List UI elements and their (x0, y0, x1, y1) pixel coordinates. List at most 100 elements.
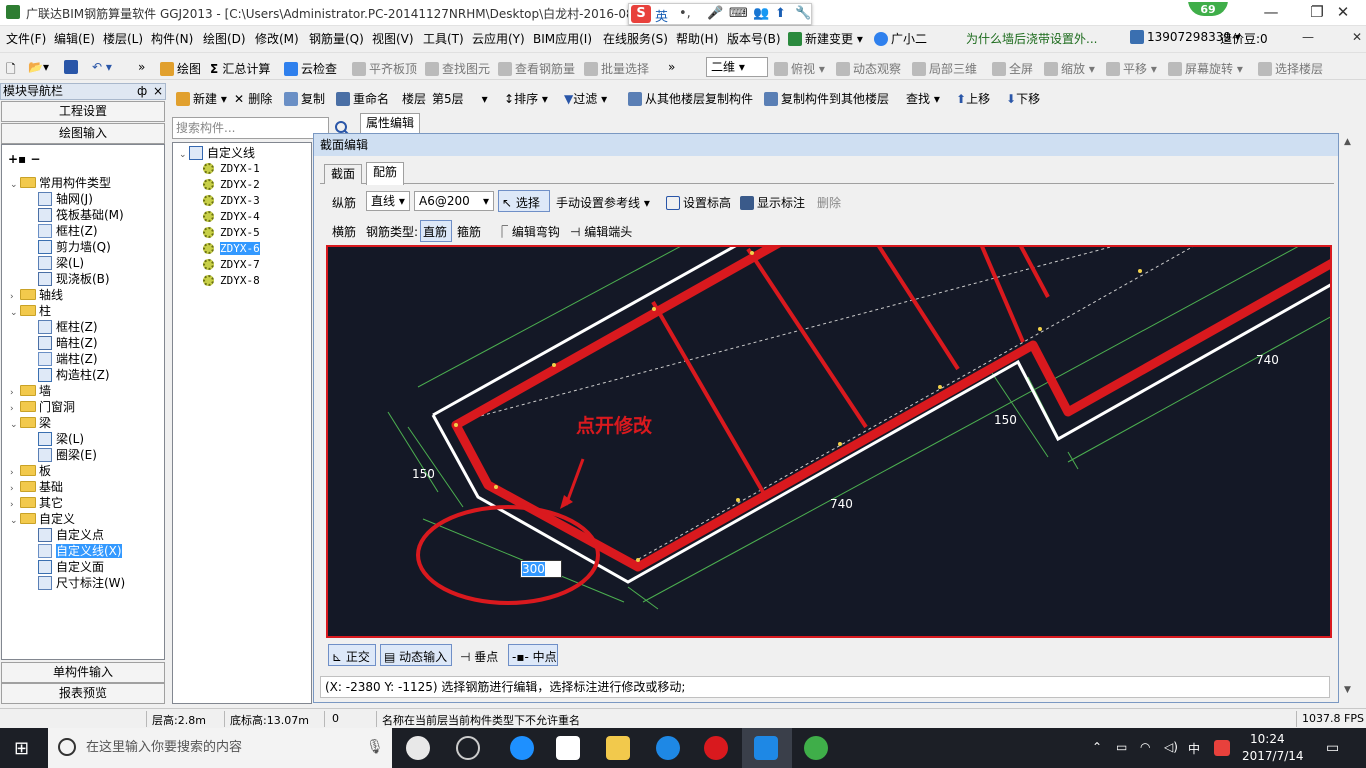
tab-section[interactable]: 截面 (324, 164, 363, 184)
view-mode-select[interactable]: 二维 ▾ (706, 57, 768, 77)
tray-chevron-icon[interactable]: ⌃ (1092, 740, 1102, 754)
ime-toolbar[interactable]: S 英 •, 🎤 ⌨ 👥 ⬆ 🔧 (628, 3, 812, 25)
menu-bim[interactable]: BIM应用(I) (533, 30, 592, 47)
section-drawing[interactable] (328, 247, 1332, 638)
tree-item[interactable]: 圈梁(E) (38, 447, 97, 463)
tree-item[interactable]: 尺寸标注(W) (38, 575, 125, 591)
volume-icon[interactable]: ◁) (1164, 740, 1178, 754)
set-elevation-button[interactable]: 设置标高 (666, 194, 731, 211)
drawing-canvas[interactable]: 点开修改 150 740 150 740 300 (326, 245, 1332, 638)
tree-item[interactable]: 框柱(Z) (38, 319, 98, 335)
find-element-button[interactable]: 查找图元 (425, 60, 490, 77)
tree-item[interactable]: 自定义点 (38, 527, 104, 543)
sogou-tray-icon[interactable] (1214, 740, 1230, 756)
rebar-spec-select[interactable]: A6@200 ▾ (414, 191, 494, 211)
tree-item[interactable]: 梁(L) (38, 431, 84, 447)
project-settings-button[interactable]: 工程设置 (1, 101, 165, 122)
dimension-input[interactable]: 300 (520, 560, 562, 578)
close-icon[interactable]: ✕ (1352, 30, 1362, 44)
collapse-icon[interactable]: ⌄ (179, 147, 189, 163)
nav-close-icon[interactable]: × (153, 84, 163, 99)
minimize-button[interactable]: — (1248, 0, 1294, 26)
component-item[interactable]: ZDYX-3 (203, 193, 260, 209)
top-view-button[interactable]: 俯视 ▾ (774, 60, 825, 77)
fullscreen-button[interactable]: 全屏 (992, 60, 1033, 77)
clock-date[interactable]: 2017/7/14 (1242, 749, 1304, 763)
windows-start-icon[interactable]: ⊞ (14, 738, 29, 759)
menu-edit[interactable]: 编辑(E) (54, 30, 95, 47)
pan-button[interactable]: 平移 ▾ (1106, 60, 1157, 77)
delete-component-button[interactable]: ✕ 删除 (234, 90, 272, 107)
wifi-icon[interactable]: ◠ (1140, 740, 1150, 754)
flat-top-button[interactable]: 平齐板顶 (352, 60, 417, 77)
sort-button[interactable]: ↕排序 ▾ (504, 90, 548, 107)
draw-button[interactable]: 绘图 (160, 60, 201, 77)
menu-version[interactable]: 版本号(B) (727, 30, 781, 47)
minimize-icon[interactable]: — (1302, 30, 1314, 44)
component-item[interactable]: ZDYX-5 (203, 225, 260, 241)
scroll-up-icon[interactable]: ▲ (1344, 137, 1351, 147)
component-item[interactable]: ZDYX-8 (203, 273, 260, 289)
tab-rebar[interactable]: 配筋 (366, 162, 405, 185)
scroll-down-icon[interactable]: ▼ (1344, 685, 1351, 695)
save-icon[interactable] (64, 60, 81, 74)
component-item[interactable]: ZDYX-4 (203, 209, 260, 225)
store-icon[interactable] (556, 736, 580, 760)
longitudinal-label[interactable]: 纵筋 (332, 194, 356, 211)
green-app-icon[interactable] (804, 736, 828, 760)
new-component-button[interactable]: 新建 ▾ (176, 90, 227, 107)
collapse-icon[interactable]: ⌄ (10, 305, 20, 321)
taskbar-ime-indicator[interactable]: 中 (1188, 740, 1200, 757)
cloud-check-button[interactable]: 云检查 (284, 60, 337, 77)
menu-view[interactable]: 视图(V) (372, 30, 414, 47)
batch-select-button[interactable]: 批量选择 (584, 60, 649, 77)
copy-from-floor-button[interactable]: 从其他楼层复制构件 (628, 90, 753, 107)
floor-select[interactable]: 第5层 ▾ (432, 90, 488, 107)
tree-item[interactable]: 梁(L) (38, 255, 84, 271)
tree-item[interactable]: 现浇板(B) (38, 271, 110, 287)
glodon-g-icon[interactable] (656, 736, 680, 760)
tree-item[interactable]: 轴网(J) (38, 191, 93, 207)
component-item[interactable]: ZDYX-6 (203, 241, 260, 257)
taskbar-search-input[interactable]: 在这里输入你要搜索的内容 (48, 728, 392, 768)
sum-calc-button[interactable]: Σ 汇总计算 (210, 60, 270, 77)
component-item[interactable]: ZDYX-1 (203, 161, 260, 177)
perp-point-button[interactable]: ⊣ 垂点 (460, 648, 498, 665)
copy-to-floor-button[interactable]: 复制构件到其他楼层 (764, 90, 889, 107)
menu-modify[interactable]: 修改(M) (255, 30, 299, 47)
ggj-app-icon[interactable] (754, 736, 778, 760)
tree-item[interactable]: 端柱(Z) (38, 351, 98, 367)
mic-icon[interactable]: 🎙 (366, 739, 384, 755)
upload-icon[interactable]: ⬆ (775, 6, 786, 21)
new-file-icon[interactable]: 🗋 (6, 60, 16, 81)
move-up-button[interactable]: ⬆上移 (956, 90, 990, 107)
menu-cloud[interactable]: 云应用(Y) (472, 30, 525, 47)
tab-property-edit[interactable]: 属性编辑 (360, 113, 420, 133)
clock-time[interactable]: 10:24 (1250, 732, 1285, 746)
dim-label-740[interactable]: 740 (830, 497, 853, 511)
menu-component[interactable]: 构件(N) (151, 30, 193, 47)
pin-icon[interactable]: ф (137, 84, 147, 99)
select-floor-button[interactable]: 选择楼层 (1258, 60, 1323, 77)
move-down-button[interactable]: ⬇下移 (1006, 90, 1040, 107)
edit-end-button[interactable]: ⊣ 编辑端头 (570, 223, 632, 240)
menu-file[interactable]: 文件(F) (6, 30, 46, 47)
ime-lang[interactable]: 英 (655, 6, 668, 25)
show-mark-button[interactable]: 显示标注 (740, 194, 805, 211)
menu-rebar-qty[interactable]: 钢筋量(Q) (309, 30, 364, 47)
view-rebar-button[interactable]: 查看钢筋量 (498, 60, 575, 77)
expand-all-icon[interactable]: +▪ − (8, 151, 40, 167)
collapse-icon[interactable]: ⌄ (10, 417, 20, 433)
dim-label-right-150[interactable]: 150 (994, 413, 1017, 427)
tree-item[interactable]: 暗柱(Z) (38, 335, 98, 351)
promo-link[interactable]: 为什么墙后浇带设置外... (966, 30, 1097, 47)
tree-item[interactable]: 自定义面 (38, 559, 104, 575)
glodon-g2-icon[interactable] (704, 736, 728, 760)
file-explorer-icon[interactable] (606, 736, 630, 760)
line-type-select[interactable]: 直线 ▾ (366, 191, 410, 211)
delete-button[interactable]: 删除 (817, 194, 841, 211)
vertical-scrollbar[interactable]: ▲ ▼ (1340, 133, 1357, 703)
price-beans[interactable]: 造价豆:0 (1220, 30, 1268, 47)
tree-item[interactable]: 自定义线(X) (38, 543, 122, 559)
rotate-button[interactable]: 屏幕旋转 ▾ (1168, 60, 1243, 77)
